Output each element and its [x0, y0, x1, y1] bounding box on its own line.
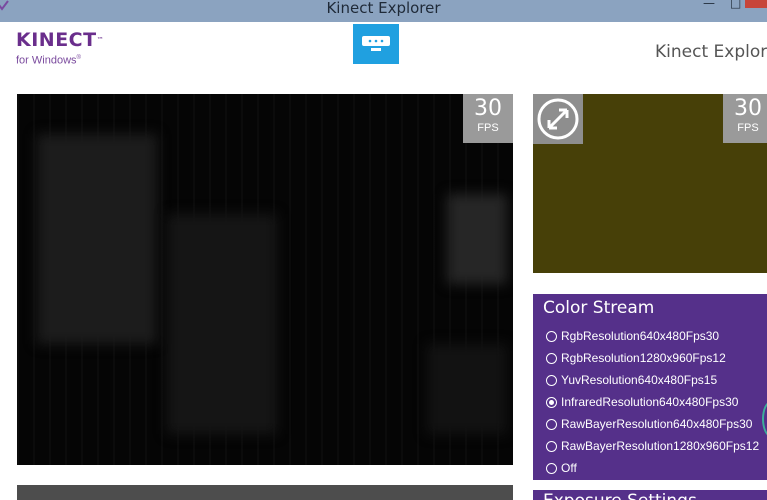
main-fps-badge: 30 FPS: [463, 94, 513, 143]
window-title: Kinect Explorer: [0, 0, 767, 17]
maximize-button[interactable]: □: [730, 0, 741, 8]
video-shadow: [37, 134, 157, 344]
color-stream-panel: Color Stream RgbResolution640x480Fps30 R…: [533, 294, 767, 480]
video-shadow: [167, 214, 277, 434]
swap-arrows-icon: [536, 97, 580, 141]
option-label[interactable]: InfraredResolution640x480Fps30: [561, 395, 738, 409]
color-stream-option[interactable]: RgbResolution640x480Fps30: [546, 325, 759, 347]
radio-button[interactable]: [546, 375, 557, 386]
kinect-sensor-icon: [361, 35, 391, 53]
color-stream-option[interactable]: InfraredResolution640x480Fps30: [546, 391, 759, 413]
option-label[interactable]: RawBayerResolution640x480Fps30: [561, 417, 752, 431]
radio-button[interactable]: [546, 331, 557, 342]
logo-trademark: ™: [97, 36, 105, 44]
fps-value: 30: [463, 96, 513, 122]
radio-button-checked[interactable]: [546, 397, 557, 408]
color-stream-option[interactable]: Off: [546, 457, 759, 479]
fps-value: 30: [723, 96, 767, 122]
color-stream-option[interactable]: RawBayerResolution1280x960Fps12: [546, 435, 759, 457]
radio-button[interactable]: [546, 463, 557, 474]
kinect-sensor-tile[interactable]: [353, 24, 399, 64]
logo-main-text: KINECT: [16, 29, 97, 51]
color-stream-title: Color Stream: [543, 298, 654, 318]
video-shadow: [447, 194, 507, 284]
option-label[interactable]: RawBayerResolution1280x960Fps12: [561, 439, 759, 453]
color-stream-options: RgbResolution640x480Fps30 RgbResolution1…: [546, 325, 759, 479]
secondary-video-view[interactable]: 30 FPS: [533, 94, 767, 273]
video-shadow: [427, 344, 507, 434]
minimize-button[interactable]: —: [703, 0, 715, 8]
exposure-settings-title: Exposure Settings: [543, 491, 697, 500]
app-title: Kinect Explorer: [655, 42, 767, 62]
radio-button[interactable]: [546, 353, 557, 364]
fps-unit: FPS: [463, 122, 513, 135]
kinect-logo: KINECT™ for Windows®: [16, 30, 104, 67]
close-button[interactable]: [745, 0, 767, 8]
radio-button[interactable]: [546, 419, 557, 430]
title-bar: Kinect Explorer — □: [0, 0, 767, 22]
main-video-view[interactable]: 30 FPS: [17, 94, 513, 465]
bottom-toolbar: [17, 485, 513, 500]
exposure-settings-panel: Exposure Settings: [533, 490, 767, 500]
color-stream-option[interactable]: RawBayerResolution640x480Fps30: [546, 413, 759, 435]
option-label[interactable]: YuvResolution640x480Fps15: [561, 373, 717, 387]
option-label[interactable]: RgbResolution640x480Fps30: [561, 329, 719, 343]
logo-sub-text: for Windows: [16, 55, 77, 67]
fps-unit: FPS: [723, 122, 767, 135]
swap-views-button[interactable]: [533, 94, 583, 144]
option-label[interactable]: Off: [561, 461, 577, 475]
option-label[interactable]: RgbResolution1280x960Fps12: [561, 351, 726, 365]
color-stream-option[interactable]: RgbResolution1280x960Fps12: [546, 347, 759, 369]
logo-registered: ®: [77, 55, 81, 61]
radio-button[interactable]: [546, 441, 557, 452]
color-stream-option[interactable]: YuvResolution640x480Fps15: [546, 369, 759, 391]
secondary-fps-badge: 30 FPS: [723, 94, 767, 143]
